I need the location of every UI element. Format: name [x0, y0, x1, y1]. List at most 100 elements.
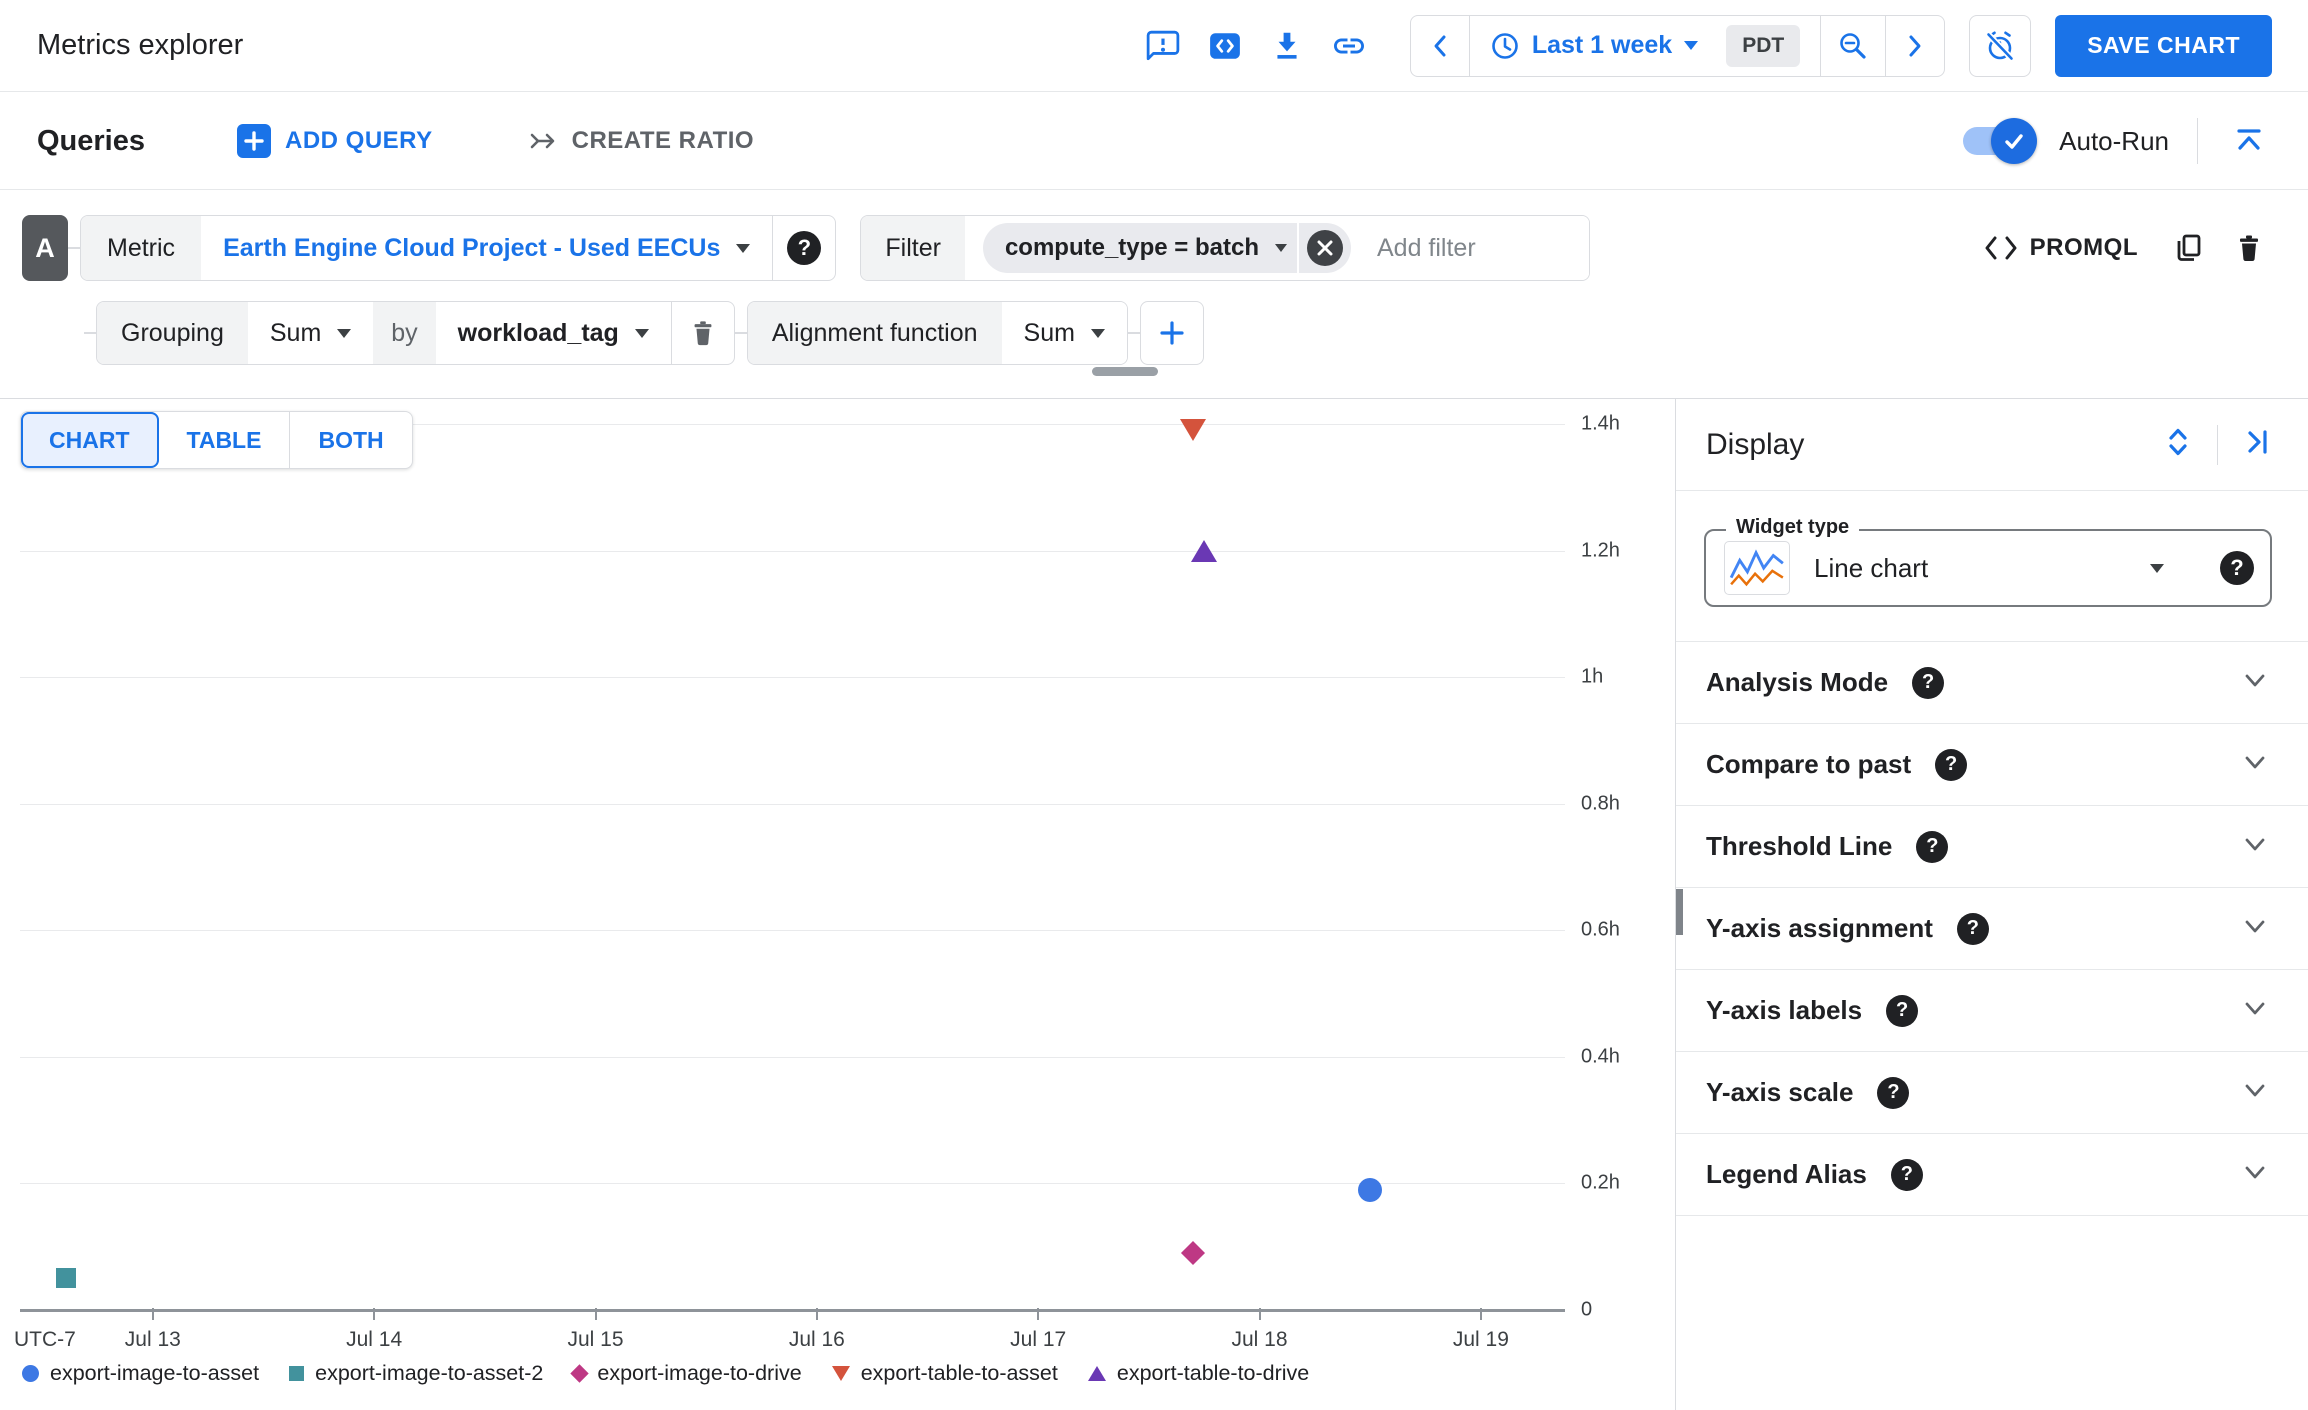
gridline	[20, 930, 1565, 932]
query-row-metric: A Metric Earth Engine Cloud Project - Us…	[22, 215, 2272, 281]
gridline	[20, 550, 1565, 552]
timezone-corner-label: UTC-7	[14, 1328, 76, 1351]
legend-item-export-image-to-asset[interactable]: export-image-to-asset	[22, 1361, 259, 1386]
y-tick-label: 0.8h	[1581, 792, 1620, 815]
auto-run-toggle[interactable]	[1963, 118, 2038, 164]
save-chart-button[interactable]: SAVE CHART	[2055, 14, 2272, 77]
display-panel-header: Display	[1676, 399, 2308, 491]
group-by-value: workload_tag	[457, 318, 619, 347]
chevron-down-icon	[2240, 911, 2270, 946]
code-icon[interactable]	[1202, 23, 1248, 69]
delete-query-icon[interactable]	[2226, 225, 2272, 271]
display-sections: Analysis Mode? Compare to past? Threshold …	[1676, 641, 2308, 1216]
timezone-badge: PDT	[1726, 24, 1801, 67]
view-tabs: CHART TABLE BOTH	[20, 411, 413, 469]
metric-label: Metric	[81, 216, 202, 280]
x-tick-label: Jul 14	[346, 1328, 403, 1351]
chevron-down-icon	[1090, 328, 1105, 338]
divider	[2197, 118, 2198, 164]
zoom-out-icon[interactable]	[1821, 16, 1885, 76]
help-icon[interactable]: ?	[2220, 551, 2254, 585]
section-y-axis-assignment[interactable]: Y-axis assignment?	[1676, 888, 2308, 970]
chevron-down-icon	[2240, 747, 2270, 782]
legend-label: export-image-to-asset-2	[315, 1361, 544, 1385]
time-range-dropdown[interactable]: Last 1 week PDT	[1470, 16, 1820, 76]
remove-grouping-icon[interactable]	[672, 302, 734, 364]
plus-icon	[237, 124, 271, 158]
legend-item-export-table-to-asset[interactable]: export-table-to-asset	[831, 1361, 1058, 1386]
chart-legend: export-image-to-asset export-image-to-ass…	[22, 1361, 1309, 1386]
legend-item-export-image-to-drive[interactable]: export-image-to-drive	[570, 1361, 802, 1386]
x-tick-mark	[373, 1308, 376, 1320]
y-tick-label: 1.2h	[1581, 539, 1620, 562]
legend-item-export-table-to-drive[interactable]: export-table-to-drive	[1087, 1361, 1310, 1386]
add-query-label: ADD QUERY	[285, 127, 433, 154]
view-tab-table[interactable]: TABLE	[158, 412, 291, 468]
section-analysis-mode[interactable]: Analysis Mode?	[1676, 642, 2308, 724]
remove-filter-icon[interactable]	[1307, 230, 1343, 266]
section-legend-alias[interactable]: Legend Alias?	[1676, 1134, 2308, 1216]
create-ratio-button[interactable]: CREATE RATIO	[528, 126, 754, 156]
collapse-up-icon[interactable]	[2226, 118, 2272, 164]
section-compare-to-past[interactable]: Compare to past?	[1676, 724, 2308, 806]
x-tick-mark	[1479, 1308, 1482, 1320]
divider	[2217, 424, 2218, 465]
download-icon[interactable]	[1264, 23, 1310, 69]
link-icon[interactable]	[1326, 23, 1372, 69]
connector	[84, 332, 96, 334]
legend-label: export-table-to-drive	[1116, 1361, 1310, 1385]
y-tick-label: 0	[1581, 1298, 1593, 1321]
help-icon[interactable]: ?	[1890, 1158, 1923, 1191]
section-y-axis-labels[interactable]: Y-axis labels?	[1676, 970, 2308, 1052]
chart-plot-area[interactable]: UTC-7 1.4h 1.2h 1h 0.8h 0.6h 0.4h 0.2h 0 Jul 13 J…	[14, 413, 1620, 1352]
alarm-off-icon[interactable]	[1969, 14, 2032, 77]
widget-type-select[interactable]: Widget type Line chart ?	[1704, 516, 2272, 607]
grouping-field: Grouping Sum by workload_tag	[96, 301, 735, 365]
copy-icon[interactable]	[2166, 225, 2212, 271]
help-icon[interactable]: ?	[1935, 748, 1968, 781]
group-by-dropdown[interactable]: workload_tag	[435, 302, 671, 364]
add-subquery-button[interactable]	[1139, 301, 1204, 365]
legend-item-export-image-to-asset-2[interactable]: export-image-to-asset-2	[289, 1361, 543, 1386]
unfold-sections-icon[interactable]	[2161, 425, 2195, 464]
x-tick-label: Jul 18	[1231, 1328, 1288, 1351]
collapse-panel-icon[interactable]	[2240, 425, 2274, 464]
alignment-dropdown[interactable]: Sum	[1001, 302, 1127, 364]
feedback-icon[interactable]	[1140, 23, 1186, 69]
resize-handle[interactable]	[1092, 367, 1158, 376]
filter-content: compute_type = batch	[964, 216, 1590, 280]
promql-button[interactable]: PROMQL	[1984, 234, 2138, 262]
display-panel-title: Display	[1706, 427, 1805, 461]
time-back-button[interactable]	[1411, 16, 1469, 76]
scrollbar-indicator[interactable]	[1676, 889, 1683, 935]
metric-field: Metric Earth Engine Cloud Project - Used…	[80, 215, 837, 281]
chevron-down-icon	[2150, 563, 2164, 573]
gridline	[20, 677, 1565, 679]
metric-dropdown[interactable]: Earth Engine Cloud Project - Used EECUs	[201, 216, 773, 280]
help-icon[interactable]: ?	[1956, 912, 1989, 945]
chevron-down-icon	[1684, 41, 1699, 50]
queries-bar-right: Auto-Run	[1963, 118, 2272, 164]
display-panel-actions	[2161, 424, 2274, 465]
legend-marker	[22, 1365, 39, 1382]
data-point-export-image-to-asset	[1358, 1177, 1383, 1202]
time-forward-button[interactable]	[1886, 16, 1944, 76]
gridline	[20, 803, 1565, 805]
help-icon[interactable]: ?	[1877, 1076, 1910, 1109]
add-query-button[interactable]: ADD QUERY	[237, 124, 433, 158]
grouping-dropdown[interactable]: Sum	[247, 302, 374, 364]
view-tab-both[interactable]: BOTH	[290, 412, 412, 468]
y-tick-label: 0.2h	[1581, 1171, 1620, 1194]
section-label: Threshold Line	[1706, 831, 1893, 861]
help-icon[interactable]: ?	[1886, 994, 1919, 1027]
data-point-export-table-to-asset	[1180, 419, 1207, 442]
help-icon[interactable]: ?	[1912, 666, 1945, 699]
section-y-axis-scale[interactable]: Y-axis scale?	[1676, 1052, 2308, 1134]
add-filter-input[interactable]	[1377, 233, 1590, 263]
section-threshold-line[interactable]: Threshold Line?	[1676, 806, 2308, 888]
help-icon[interactable]: ?	[1916, 830, 1949, 863]
view-tab-chart[interactable]: CHART	[21, 412, 159, 468]
metric-help[interactable]: ?	[773, 216, 835, 280]
by-label: by	[373, 302, 436, 364]
filter-chip[interactable]: compute_type = batch	[982, 223, 1351, 273]
